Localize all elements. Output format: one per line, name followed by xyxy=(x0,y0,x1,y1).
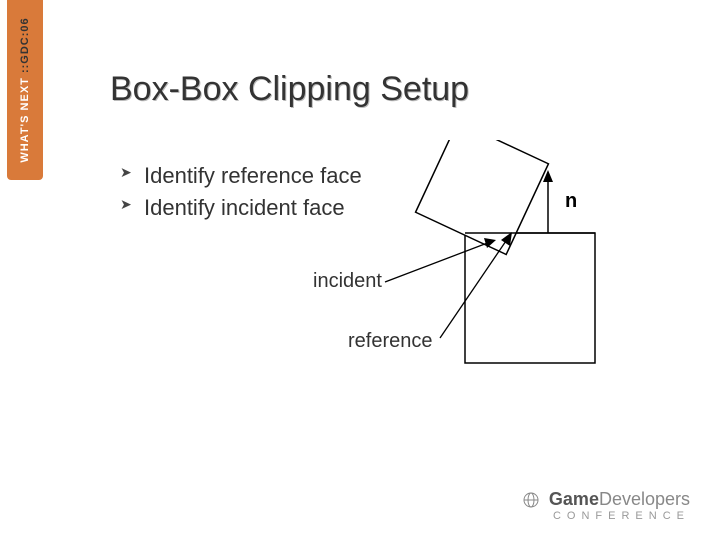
footer-brand: GameDevelopers xyxy=(522,489,690,510)
label-normal: n xyxy=(565,190,577,213)
incident-pointer-line xyxy=(385,242,490,282)
footer-brand-prefix: Game xyxy=(549,489,599,509)
diagram: incident reference n xyxy=(290,140,670,400)
slide-title: Box-Box Clipping Setup xyxy=(110,70,469,109)
sidebar: WHAT'S NEXT ::GDC:06 xyxy=(0,0,50,540)
footer-brand-sub: CONFERENCE xyxy=(522,510,690,522)
reference-pointer-line xyxy=(440,238,508,338)
footer-brand-suffix: Developers xyxy=(599,489,690,509)
footer-logo: GameDevelopers CONFERENCE xyxy=(522,489,690,522)
incident-box-group xyxy=(416,140,549,254)
sidebar-brand: WHAT'S NEXT ::GDC:06 xyxy=(19,17,31,162)
sidebar-tab: WHAT'S NEXT ::GDC:06 xyxy=(7,0,43,180)
chevron-right-icon: ➤ xyxy=(120,162,132,182)
label-incident: incident xyxy=(313,270,382,293)
reference-box xyxy=(465,233,595,363)
sidebar-brand-line2: NEXT xyxy=(19,77,31,110)
label-reference: reference xyxy=(348,330,433,353)
sidebar-gdc-label: ::GDC:06 xyxy=(19,17,31,73)
sidebar-brand-line1: WHAT'S xyxy=(19,115,31,163)
incident-box xyxy=(416,140,549,254)
globe-icon xyxy=(522,491,544,509)
chevron-right-icon: ➤ xyxy=(120,194,132,214)
